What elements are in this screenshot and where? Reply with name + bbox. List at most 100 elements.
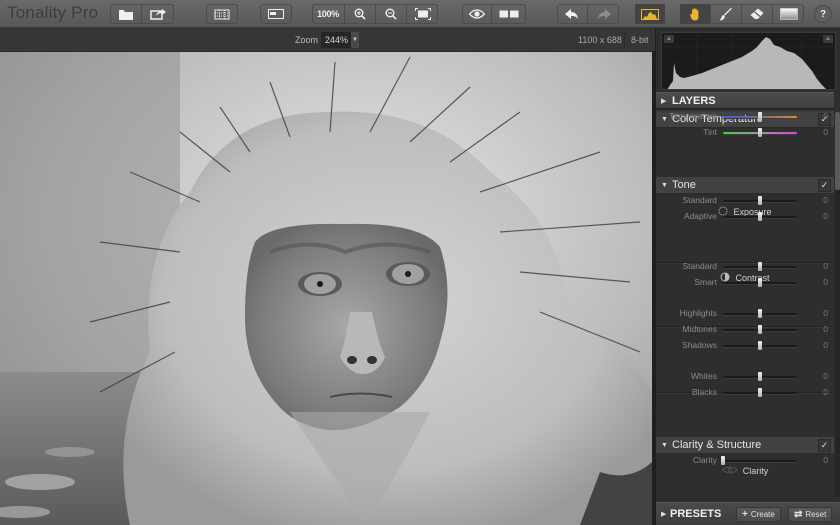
actual-size-label: 100%: [317, 9, 339, 19]
tool-button-group: [680, 4, 804, 24]
triangle-right-icon[interactable]: ▶: [661, 510, 667, 518]
undo-icon: [565, 8, 579, 20]
slider-label: Clarity: [692, 455, 717, 465]
slider-track[interactable]: [723, 262, 797, 271]
slider-label: Standard: [682, 195, 718, 205]
slider-track[interactable]: [721, 456, 797, 465]
slider-track[interactable]: [723, 309, 797, 318]
slider-thumb[interactable]: [721, 456, 725, 465]
brush-tool-button[interactable]: [711, 4, 742, 24]
zoom-label: Zoom: [295, 35, 319, 45]
slider-value: 0: [823, 387, 828, 397]
panel-toggle-button[interactable]: [260, 4, 292, 24]
slider-thumb[interactable]: [758, 112, 762, 121]
slider-track[interactable]: [723, 325, 797, 334]
slider-thumb[interactable]: [758, 341, 762, 350]
slider-row-adaptive: Adaptive 0: [656, 210, 834, 224]
crop-button[interactable]: [206, 4, 238, 24]
slider-track[interactable]: [723, 341, 797, 350]
adjustments-panel: ▲ ▲ ▶ LAYERS ▼ Color Temperature ✓ ▼ Ton…: [655, 28, 840, 525]
help-button[interactable]: ?: [814, 5, 832, 23]
slider-row-temperature: Temperature 0: [656, 110, 834, 124]
slider-row-standard: Standard 0: [656, 260, 834, 274]
histogram: ▲ ▲: [661, 32, 836, 90]
slider-row-clarity: Clarity 0: [656, 454, 834, 468]
layers-label: LAYERS: [672, 94, 716, 107]
scrollbar-thumb[interactable]: [835, 112, 840, 190]
hand-icon: [689, 7, 701, 21]
slider-track[interactable]: [723, 278, 797, 287]
actual-size-button[interactable]: 100%: [312, 4, 345, 24]
slider-thumb[interactable]: [758, 278, 762, 287]
presets-label[interactable]: PRESETS: [670, 508, 721, 520]
fit-screen-button[interactable]: [407, 4, 438, 24]
section-header-tone[interactable]: ▼ Tone ✓: [656, 177, 834, 194]
slider-row-smart: Smart 0: [656, 276, 834, 290]
triangle-up-icon: ▲: [825, 36, 831, 42]
redo-button[interactable]: [588, 4, 619, 24]
image-info-bar: Zoom 244% ▼ 1100 x 688 8-bit: [0, 28, 655, 52]
zoom-dropdown-button[interactable]: ▼: [351, 32, 359, 48]
slider-row-midtones: Midtones 0: [656, 323, 834, 337]
slider-row-blacks: Blacks 0: [656, 386, 834, 400]
slider-track[interactable]: [723, 112, 797, 121]
slider-row-shadows: Shadows 0: [656, 339, 834, 353]
create-preset-button[interactable]: + Create: [736, 507, 781, 522]
zoom-in-button[interactable]: [345, 4, 376, 24]
folder-icon: [118, 9, 133, 20]
export-button[interactable]: [142, 4, 174, 24]
layers-header[interactable]: ▶ LAYERS: [656, 92, 834, 109]
slider-track[interactable]: [723, 128, 797, 137]
histogram-toggle-button[interactable]: [635, 4, 665, 24]
crop-grid-icon: [214, 9, 230, 20]
zoom-out-icon: [385, 8, 397, 20]
slider-thumb[interactable]: [758, 128, 762, 137]
gradient-tool-button[interactable]: [773, 4, 804, 24]
shadow-clipping-toggle[interactable]: ▲: [664, 35, 674, 43]
slider-track[interactable]: [723, 212, 797, 221]
slider-thumb[interactable]: [758, 309, 762, 318]
slider-label: Tint: [703, 127, 717, 137]
panel-button-group: [260, 4, 292, 24]
eye-icon: [468, 9, 485, 19]
zoom-out-button[interactable]: [376, 4, 407, 24]
section-header-clarity-structure[interactable]: ▼ Clarity & Structure ✓: [656, 437, 834, 454]
compare-button[interactable]: [492, 4, 526, 24]
image-dimensions: 1100 x 688: [578, 35, 622, 45]
crop-button-group: [206, 4, 238, 24]
slider-track[interactable]: [723, 388, 797, 397]
triangle-up-icon: ▲: [666, 36, 672, 42]
split-view-icon: [499, 10, 519, 18]
undo-button[interactable]: [557, 4, 588, 24]
file-button-group: [110, 4, 174, 24]
view-button-group: [462, 4, 526, 24]
plus-icon: +: [742, 509, 748, 520]
slider-thumb[interactable]: [758, 262, 762, 271]
slider-track[interactable]: [723, 372, 797, 381]
monkey-photo: [0, 52, 652, 525]
eraser-tool-button[interactable]: [742, 4, 773, 24]
histogram-icon: [641, 8, 659, 20]
highlight-clipping-toggle[interactable]: ▲: [823, 35, 833, 43]
open-button[interactable]: [110, 4, 142, 24]
slider-thumb[interactable]: [758, 196, 762, 205]
section-title: Clarity & Structure: [672, 439, 762, 451]
bit-depth: 8-bit: [624, 32, 649, 48]
preview-button[interactable]: [462, 4, 492, 24]
panel-scrollbar[interactable]: [835, 112, 840, 497]
image-canvas[interactable]: [0, 52, 655, 525]
slider-thumb[interactable]: [758, 388, 762, 397]
slider-thumb[interactable]: [758, 325, 762, 334]
slider-thumb[interactable]: [758, 372, 762, 381]
zoom-value-field[interactable]: 244%: [321, 32, 351, 48]
slider-label: Blacks: [691, 387, 717, 397]
enable-checkbox[interactable]: ✓: [818, 179, 831, 192]
checkmark-icon: ✓: [820, 440, 829, 450]
slider-thumb[interactable]: [758, 212, 762, 221]
slider-track[interactable]: [723, 196, 797, 205]
reset-button[interactable]: ⇄ Reset: [788, 507, 833, 522]
enable-checkbox[interactable]: ✓: [818, 439, 831, 452]
hand-tool-button[interactable]: [680, 4, 711, 24]
reset-arrows-icon: ⇄: [794, 509, 803, 520]
slider-value: 0: [823, 211, 828, 221]
